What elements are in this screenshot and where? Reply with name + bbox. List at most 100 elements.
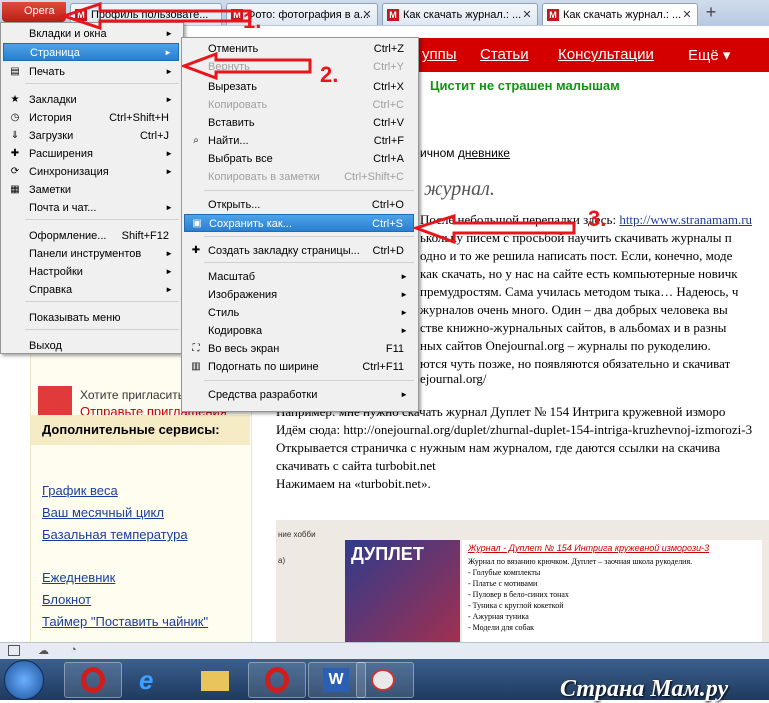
- opera-icon: [265, 667, 289, 693]
- magazine-title[interactable]: Журнал - Дуплет № 154 Интрига кружевной …: [462, 540, 762, 556]
- opera-button-label: Opera: [24, 5, 55, 17]
- menu-separator: [204, 236, 414, 237]
- post-line-text: ejournal.org/: [420, 371, 487, 386]
- main-menu-item-3[interactable]: ★ Закладки ►: [3, 91, 179, 109]
- submenu-arrow-icon: ►: [165, 167, 173, 176]
- sync-icon: ⟳: [10, 166, 20, 177]
- promo-banner[interactable]: Цистит не страшен малышам: [430, 78, 620, 93]
- close-icon[interactable]: ✕: [681, 9, 693, 21]
- menu-item-label: Панели инструментов: [29, 248, 142, 260]
- word-icon: W: [323, 668, 349, 692]
- post-line: стве книжно-журнальных сайтов, в альбома…: [420, 320, 726, 336]
- stranamam-favicon-icon: M: [387, 9, 399, 21]
- submenu-item-13[interactable]: Стиль ►: [184, 304, 414, 322]
- windows-start-button[interactable]: [4, 660, 44, 700]
- post-line-text: Идём сюда: http://onejournal.org/duplet/…: [276, 422, 753, 437]
- main-menu-item-4[interactable]: ◷ История Ctrl+Shift+H: [3, 109, 179, 127]
- tab-how-to-download-active[interactable]: M Как скачать журнал.: ... ✕: [542, 3, 698, 25]
- submenu-item-17[interactable]: Средства разработки ►: [184, 386, 414, 404]
- taskbar-explorer[interactable]: [186, 662, 244, 698]
- menu-item-shortcut: Ctrl+F11: [362, 361, 404, 373]
- main-menu-item-2[interactable]: ▤ Печать ►: [3, 63, 179, 81]
- post-line: Идём сюда: http://onejournal.org/duplet/…: [276, 422, 752, 438]
- menu-item-shortcut: Ctrl+Shift+C: [344, 171, 404, 183]
- printer-icon: ▤: [10, 66, 20, 77]
- submenu-item-14[interactable]: Кодировка ►: [184, 322, 414, 340]
- menu-item-label: Найти...: [208, 135, 249, 147]
- taskbar-opera-2[interactable]: [248, 662, 306, 698]
- nav-articles[interactable]: Статьи: [480, 46, 529, 63]
- submenu-item-16[interactable]: ▥ Подогнать по ширине Ctrl+F11: [184, 358, 414, 376]
- annotation-arrow-3: [414, 214, 576, 245]
- post-line-text: премудростям. Сама училась методом тыка……: [420, 284, 739, 299]
- main-menu-item-6[interactable]: ✚ Расширения ►: [3, 145, 179, 163]
- post-line: премудростям. Сама училась методом тыка……: [420, 284, 738, 300]
- main-menu-item-13[interactable]: Справка ►: [3, 281, 179, 299]
- main-menu-item-9[interactable]: Почта и чат... ►: [3, 199, 179, 217]
- left-snippet: а): [278, 556, 286, 565]
- main-menu-item-12[interactable]: Настройки ►: [3, 263, 179, 281]
- magazine-line: - Модели для собак: [468, 623, 535, 632]
- submenu-item-9[interactable]: ▣ Сохранить как... Ctrl+S: [184, 214, 414, 232]
- service-planner[interactable]: Ежедневник: [42, 570, 115, 585]
- main-menu-item-5[interactable]: ⇓ Загрузки Ctrl+J: [3, 127, 179, 145]
- service-basal-temp[interactable]: Базальная температура: [42, 527, 188, 542]
- submenu-arrow-icon: ►: [165, 149, 173, 158]
- tab-how-to-download-1[interactable]: M Как скачать журнал.: ... ✕: [382, 3, 538, 25]
- post-link[interactable]: http://www.stranamam.ru: [619, 212, 752, 227]
- close-icon[interactable]: ✕: [361, 9, 373, 21]
- post-line: Нажимаем на «turbobit.net».: [276, 476, 431, 492]
- main-menu-item-15[interactable]: Выход: [3, 337, 179, 355]
- speed-dial-icon[interactable]: ◔: [70, 644, 77, 656]
- main-menu-item-10[interactable]: Оформление... Shift+F12: [3, 227, 179, 245]
- submenu-item-11[interactable]: Масштаб ►: [184, 268, 414, 286]
- menu-item-shortcut: Ctrl+V: [373, 117, 404, 129]
- main-menu-item-7[interactable]: ⟳ Синхронизация ►: [3, 163, 179, 181]
- submenu-item-15[interactable]: ⛶ Во весь экран F11: [184, 340, 414, 358]
- service-cycle[interactable]: Ваш месячный цикл: [42, 505, 164, 520]
- nav-consultations[interactable]: Консультации: [558, 46, 654, 63]
- post-line-text: скачивать с сайта turbobit.net: [276, 458, 436, 473]
- service-notepad[interactable]: Блокнот: [42, 592, 91, 607]
- opera-menu-button[interactable]: Opera: [2, 2, 66, 22]
- new-tab-plus-icon[interactable]: +: [702, 3, 720, 21]
- nav-more[interactable]: Ещё ▾: [688, 46, 730, 64]
- history-icon: ◷: [10, 112, 20, 123]
- main-menu-item-11[interactable]: Панели инструментов ►: [3, 245, 179, 263]
- menu-item-shortcut: Ctrl+C: [372, 99, 404, 111]
- main-menu-item-14[interactable]: Показывать меню: [3, 309, 179, 327]
- submenu-arrow-icon: ►: [165, 267, 173, 276]
- submenu-item-5[interactable]: ⌕ Найти... Ctrl+F: [184, 132, 414, 150]
- submenu-item-12[interactable]: Изображения ►: [184, 286, 414, 304]
- invite-text: Хотите пригласить: [80, 388, 184, 402]
- submenu-item-10[interactable]: ✚ Создать закладку страницы... Ctrl+D: [184, 242, 414, 260]
- main-menu-item-1[interactable]: Страница ►: [3, 43, 179, 61]
- service-weight-chart[interactable]: График веса: [42, 483, 118, 498]
- submenu-item-4[interactable]: Вставить Ctrl+V: [184, 114, 414, 132]
- menu-item-label: Кодировка: [208, 325, 263, 337]
- magazine-line: Журнал по вязанию крючком. Дуплет – заоч…: [468, 557, 693, 566]
- diary-link[interactable]: дневнике: [458, 146, 510, 160]
- save-icon: ▣: [192, 218, 202, 229]
- panel-toggle-icon[interactable]: [8, 645, 20, 656]
- cloud-icon[interactable]: ☁: [38, 644, 49, 657]
- taskbar-ie[interactable]: e: [124, 662, 182, 698]
- taskbar-paint[interactable]: [356, 662, 414, 698]
- submenu-item-8[interactable]: Открыть... Ctrl+O: [184, 196, 414, 214]
- menu-item-label: Загрузки: [29, 130, 74, 142]
- taskbar-opera[interactable]: [64, 662, 122, 698]
- post-line-text: Открывается страничка с нужным нам журна…: [276, 440, 721, 455]
- step-1-label: 1.: [243, 8, 262, 33]
- service-kettle-timer[interactable]: Таймер "Поставить чайник": [42, 614, 208, 629]
- menu-item-shortcut: Ctrl+Shift+H: [109, 112, 169, 124]
- close-icon[interactable]: ✕: [521, 9, 533, 21]
- post-line: журналов очень много. Один – два добрых …: [420, 302, 728, 318]
- menu-item-label: Выбрать все: [208, 153, 273, 165]
- nav-groups[interactable]: уппы: [422, 46, 457, 63]
- main-menu-item-8[interactable]: ▦ Заметки: [3, 181, 179, 199]
- menu-item-shortcut: Ctrl+D: [372, 245, 404, 257]
- paint-icon: [371, 669, 395, 691]
- submenu-item-6[interactable]: Выбрать все Ctrl+A: [184, 150, 414, 168]
- menu-item-label: Оформление...: [29, 230, 107, 242]
- menu-item-shortcut: Ctrl+F: [373, 135, 404, 147]
